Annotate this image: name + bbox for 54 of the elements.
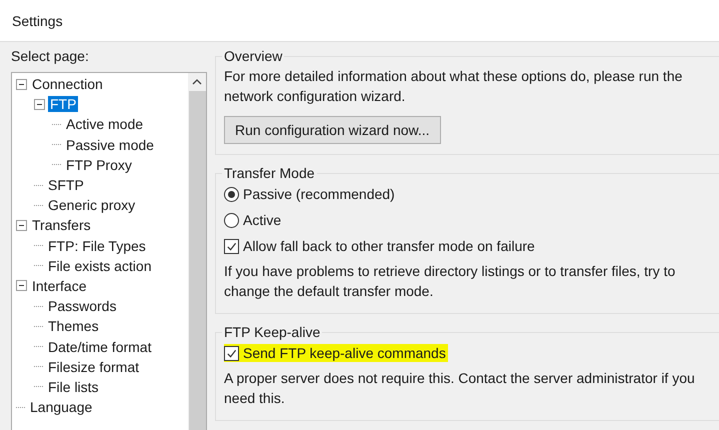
tree-connector — [52, 144, 61, 146]
tree-connector — [34, 346, 43, 348]
tree-connector — [34, 204, 43, 206]
tree-item[interactable]: File exists action — [46, 258, 154, 274]
description-text: For more detailed information about what these options do, please run the network configuration wizard. — [224, 67, 684, 106]
tree-item[interactable]: FTP Proxy — [64, 156, 134, 173]
radio-button[interactable] — [224, 186, 239, 202]
check-icon — [226, 240, 237, 252]
check-icon — [226, 348, 237, 358]
tree-item[interactable]: Language — [28, 399, 94, 416]
radio-label[interactable]: Active — [243, 212, 282, 228]
checkbox[interactable] — [224, 346, 239, 360]
tree-item[interactable]: Date/time format — [46, 338, 154, 355]
tree-connector — [34, 366, 43, 368]
tree-item[interactable]: FTP: File Types — [46, 238, 148, 254]
checkbox-option[interactable]: Allow fall back to other transfer mode on failure — [224, 237, 537, 255]
tree-connector — [34, 386, 43, 388]
tree-item[interactable]: FTP — [48, 96, 78, 112]
tree-item[interactable]: File lists — [46, 378, 101, 395]
tree-item[interactable]: Transfers — [30, 217, 93, 234]
tree-connector — [52, 124, 61, 125]
tree-item[interactable]: Interface — [30, 278, 88, 294]
tree-item[interactable]: Passwords — [46, 298, 118, 314]
collapse-icon[interactable] — [16, 78, 27, 90]
checkbox-option[interactable]: Send FTP keep-alive commands — [224, 344, 448, 362]
tree-item[interactable]: Generic proxy — [46, 197, 138, 214]
tree-connector — [52, 164, 61, 166]
description-text: A proper server does not require this. Contact the server administrator if you need this. — [224, 369, 696, 408]
tree-item[interactable]: Active mode — [64, 116, 146, 132]
tree-item[interactable]: Themes — [46, 318, 101, 334]
tree-item[interactable]: Passive mode — [64, 136, 156, 153]
group-title: FTP Keep-alive — [223, 324, 322, 340]
tree-item[interactable]: Connection — [30, 76, 105, 92]
radio-label[interactable]: Passive (recommended) — [243, 186, 395, 202]
description-text: If you have problems to retrieve directory listings or to transfer files, try to change the default transfer mode. — [224, 262, 676, 301]
tree-connector — [34, 184, 43, 186]
window-title: Settings — [12, 12, 63, 28]
tree-connector — [34, 306, 43, 307]
tree-connector — [16, 406, 25, 408]
collapse-icon[interactable] — [34, 98, 45, 110]
radio-button[interactable] — [224, 212, 239, 228]
tree-connector — [34, 265, 43, 266]
tree-connector — [34, 326, 43, 327]
group-title: Overview — [223, 48, 284, 64]
group-title: Transfer Mode — [223, 165, 316, 181]
tree-item[interactable]: Filesize format — [46, 358, 142, 375]
collapse-icon[interactable] — [16, 280, 27, 292]
checkbox[interactable] — [224, 238, 239, 254]
select-page-label: Select page: — [11, 48, 90, 64]
wizard-button[interactable]: Run configuration wizard now... — [224, 116, 441, 144]
collapse-icon[interactable] — [16, 220, 27, 231]
tree-connector — [34, 245, 43, 246]
tree-item[interactable]: SFTP — [46, 177, 86, 194]
scroll-up-icon[interactable] — [192, 79, 202, 85]
